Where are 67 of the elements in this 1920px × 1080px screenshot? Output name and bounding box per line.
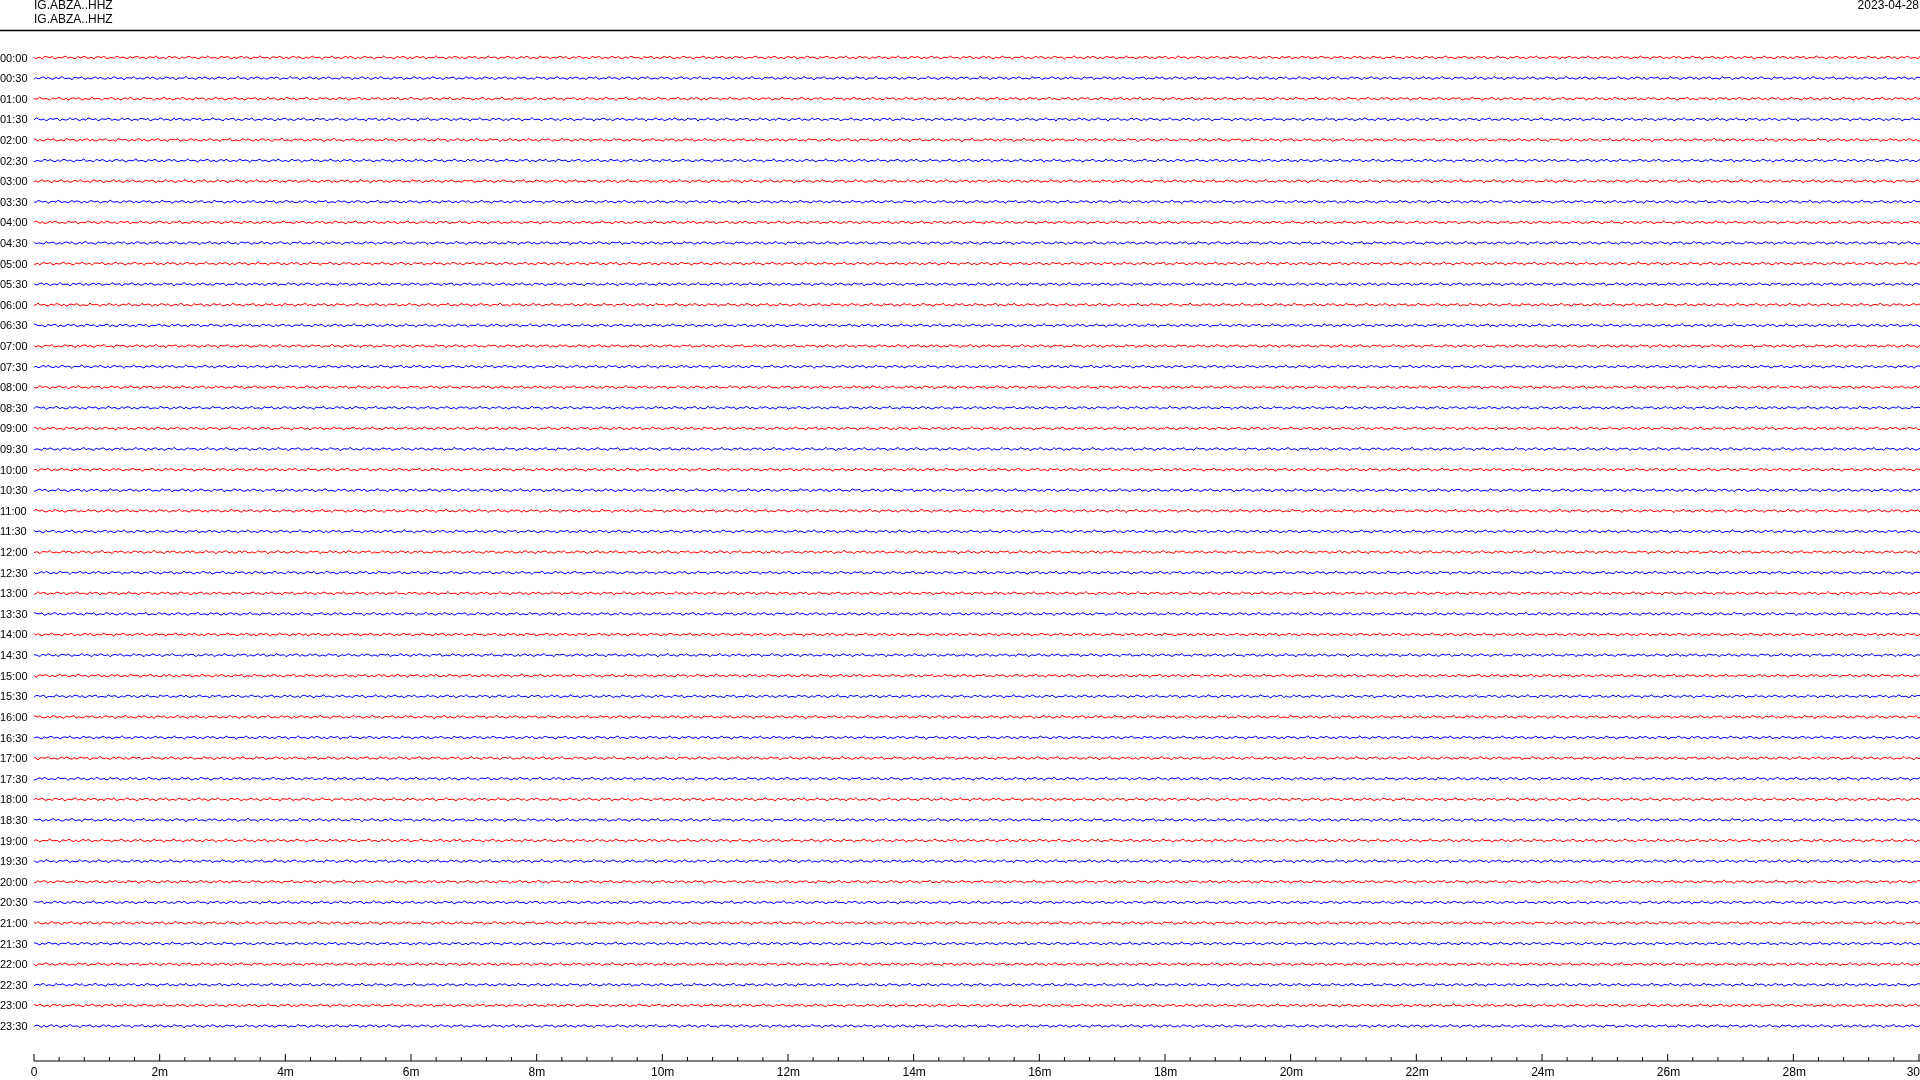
row-time-label: 09:30 <box>0 443 28 455</box>
row-time-label: 07:00 <box>0 340 28 352</box>
axis-tick-label: 4m <box>277 1065 294 1079</box>
axis-tick-label: 6m <box>402 1065 420 1079</box>
row-time-label: 00:00 <box>0 51 28 64</box>
row-time-label: 05:00 <box>0 257 28 270</box>
row-time-label: 02:30 <box>0 154 28 167</box>
row-time-label: 12:30 <box>0 566 28 579</box>
axis-tick-label: 20m <box>1279 1065 1303 1079</box>
row-time-label: 15:30 <box>0 690 28 703</box>
row-time-label: 00:30 <box>0 72 28 85</box>
row-time-label: 16:30 <box>0 731 28 744</box>
row-time-label: 11:30 <box>0 525 27 538</box>
row-time-label: 01:00 <box>0 92 28 105</box>
axis-tick-label: 14m <box>902 1065 926 1079</box>
row-time-label: 09:00 <box>0 422 28 435</box>
axis-tick-label: 2m <box>151 1065 169 1079</box>
row-time-label: 22:00 <box>0 958 28 971</box>
row-time-label: 10:30 <box>0 484 28 497</box>
row-time-label: 13:30 <box>0 607 28 620</box>
axis-tick-label: 26m <box>1656 1065 1681 1079</box>
row-time-label: 23:30 <box>0 1020 28 1032</box>
row-time-label: 21:30 <box>0 937 28 950</box>
row-time-label: 20:30 <box>0 896 28 909</box>
row-time-label: 18:00 <box>0 793 28 806</box>
row-time-label: 17:30 <box>0 772 28 785</box>
row-time-label: 04:30 <box>0 236 28 249</box>
axis-tick-label: 18m <box>1153 1065 1178 1079</box>
row-time-label: 08:00 <box>0 381 28 394</box>
row-time-label: 18:30 <box>0 813 28 826</box>
row-time-label: 23:00 <box>0 999 28 1012</box>
row-time-label: 02:00 <box>0 133 28 146</box>
axis-tick-label: 30 <box>1906 1065 1920 1079</box>
row-time-label: 17:00 <box>0 752 28 765</box>
row-time-label: 08:30 <box>0 401 28 414</box>
row-time-label: 13:00 <box>0 587 28 600</box>
row-time-label: 06:30 <box>0 319 28 332</box>
row-time-label: 20:00 <box>0 875 28 888</box>
plot-date: 2023-04-28 <box>1857 0 1919 12</box>
row-time-label: 11:00 <box>0 504 27 517</box>
station-code: IG.ABZA..HHZ <box>34 12 113 26</box>
row-time-label: 06:00 <box>0 298 28 311</box>
axis-tick-label: 12m <box>776 1065 801 1079</box>
row-time-label: 10:00 <box>0 463 28 476</box>
axis-tick-label: 16m <box>1028 1065 1052 1079</box>
row-time-label: 22:30 <box>0 978 28 991</box>
row-time-label: 05:30 <box>0 278 28 291</box>
row-time-label: 15:00 <box>0 669 28 682</box>
axis-tick-label: 10m <box>651 1065 675 1079</box>
axis-tick-label: 22m <box>1405 1065 1429 1079</box>
axis-tick-label: 8m <box>528 1065 546 1079</box>
row-time-label: 21:00 <box>0 916 28 929</box>
row-time-label: 04:00 <box>0 216 28 229</box>
row-time-label: 14:00 <box>0 628 28 641</box>
axis-tick-label: 24m <box>1531 1065 1555 1079</box>
row-time-label: 12:00 <box>0 546 28 559</box>
axis-tick-label: 0 <box>30 1065 38 1079</box>
row-time-label: 07:30 <box>0 360 28 373</box>
row-time-label: 01:30 <box>0 113 28 126</box>
row-time-label: 03:00 <box>0 175 28 188</box>
row-time-label: 03:30 <box>0 195 28 208</box>
row-time-label: 19:00 <box>0 834 28 847</box>
row-time-label: 19:30 <box>0 855 28 868</box>
axis-tick-label: 28m <box>1782 1065 1806 1079</box>
station-code: IG.ABZA..HHZ <box>34 0 113 12</box>
row-time-label: 16:00 <box>0 710 28 723</box>
row-time-label: 14:30 <box>0 649 28 662</box>
